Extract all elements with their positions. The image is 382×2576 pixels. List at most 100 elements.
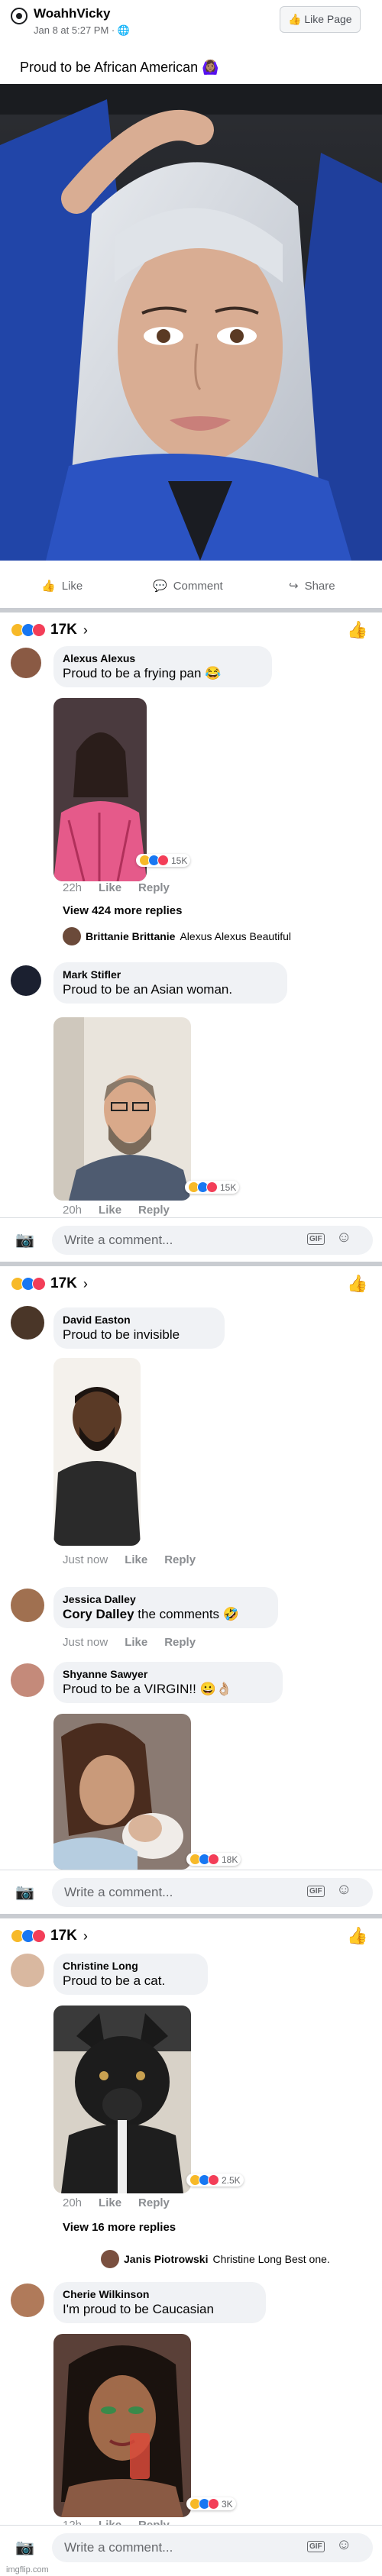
avatar[interactable]: [11, 1589, 44, 1622]
comment-input[interactable]: Write a comment...: [52, 1226, 373, 1255]
avatar[interactable]: [11, 2283, 44, 2317]
love-reaction-icon: [208, 1854, 219, 1865]
comment-photo[interactable]: [53, 698, 147, 881]
view-more-replies[interactable]: View 16 more replies: [63, 2221, 176, 2234]
avatar[interactable]: [11, 1954, 44, 1987]
comment-reactions[interactable]: 18K: [186, 1853, 241, 1866]
reply-preview[interactable]: Brittanie Brittanie Alexus Alexus Beauti…: [63, 927, 291, 945]
comment-like-link[interactable]: Like: [99, 2519, 121, 2525]
share-icon: ↪: [289, 580, 299, 593]
thumbs-up-icon[interactable]: 👍: [347, 1926, 367, 1946]
comment-meta: 20h Like Reply: [63, 2196, 170, 2209]
post-photo[interactable]: [0, 84, 382, 561]
love-reaction-icon: [208, 2174, 219, 2186]
camera-icon[interactable]: 📷: [15, 1230, 34, 1249]
reaction-summary[interactable]: 17K ›: [11, 622, 88, 638]
camera-icon[interactable]: 📷: [15, 2538, 34, 2557]
love-reaction-icon: [208, 2498, 219, 2510]
page-name[interactable]: WoahhVicky: [34, 6, 110, 21]
comment-photo[interactable]: [53, 1017, 191, 1201]
comment-text: I'm proud to be Caucasian: [63, 2302, 214, 2316]
avatar[interactable]: [11, 1306, 44, 1340]
commenter-name[interactable]: Jessica Dalley: [63, 1593, 269, 1605]
reply-preview[interactable]: Janis Piotrowski Christine Long Best one…: [101, 2250, 330, 2268]
comment-reply-link[interactable]: Reply: [138, 2196, 170, 2209]
gif-icon[interactable]: GIF: [307, 1886, 325, 1897]
avatar: [63, 927, 81, 945]
comment-reactions[interactable]: 2.5K: [186, 2174, 244, 2187]
comment-meta: Just now Like Reply: [63, 1553, 196, 1566]
camera-icon[interactable]: 📷: [15, 1883, 34, 1902]
comment-input[interactable]: Write a comment...: [52, 1878, 373, 1907]
post-timestamp[interactable]: Jan 8 at 5:27 PM · 🌐: [34, 24, 130, 37]
avatar[interactable]: [11, 648, 41, 678]
page-avatar[interactable]: [11, 8, 28, 24]
comment-action[interactable]: 💬 Comment: [153, 579, 223, 593]
commenter-name[interactable]: David Easton: [63, 1314, 215, 1326]
comment-reply-link[interactable]: Reply: [138, 881, 170, 894]
comment-time[interactable]: Just now: [63, 1553, 108, 1566]
comment-input[interactable]: Write a comment...: [52, 2533, 373, 2562]
comment-time[interactable]: 20h: [63, 1204, 82, 1217]
comment-time[interactable]: 20h: [63, 2196, 82, 2209]
commenter-name[interactable]: Alexus Alexus: [63, 652, 263, 664]
thumbs-up-icon: 👍: [41, 580, 56, 593]
comment-reply-link[interactable]: Reply: [138, 1204, 170, 1217]
comment-reply-link[interactable]: Reply: [164, 1636, 196, 1649]
comment-photo[interactable]: [53, 2334, 191, 2517]
comment-meta: 12h Like Reply: [63, 2519, 170, 2525]
comment-like-link[interactable]: Like: [99, 2196, 121, 2209]
comment-text: Proud to be a cat.: [63, 1973, 166, 1988]
reaction-summary[interactable]: 17K ›: [11, 1928, 88, 1944]
like-page-button[interactable]: 👍 Like Page: [280, 6, 361, 33]
comment-meta: 20h Like Reply: [63, 1204, 170, 1217]
comment-photo[interactable]: [53, 1714, 191, 1870]
comment-bubble: David Easton Proud to be invisible: [53, 1307, 225, 1349]
like-action[interactable]: 👍 Like: [41, 579, 83, 593]
comments-panel-3: 17K › 👍 Christine Long Proud to be a cat…: [0, 1918, 382, 2525]
comment-reactions[interactable]: 15K: [185, 1181, 240, 1194]
commenter-name[interactable]: Christine Long: [63, 1960, 199, 1972]
thumbs-up-icon[interactable]: 👍: [347, 1274, 367, 1294]
comment-reply-link[interactable]: Reply: [138, 2519, 170, 2525]
thumbs-up-icon: 👍: [288, 13, 302, 25]
comment-time[interactable]: 22h: [63, 881, 82, 894]
comment-reactions[interactable]: 3K: [186, 2497, 236, 2510]
commenter-name[interactable]: Cherie Wilkinson: [63, 2288, 257, 2300]
thumbs-up-icon[interactable]: 👍: [347, 620, 367, 640]
comment-bubble: Cherie Wilkinson I'm proud to be Caucasi…: [53, 2282, 266, 2323]
comment-like-link[interactable]: Like: [125, 1553, 147, 1566]
avatar[interactable]: [11, 1663, 44, 1697]
emoji-icon[interactable]: ☺: [336, 1881, 351, 1899]
commenter-name[interactable]: Mark Stifler: [63, 968, 278, 981]
chevron-right-icon: ›: [83, 622, 88, 638]
comment-like-link[interactable]: Like: [99, 881, 121, 894]
gif-icon[interactable]: GIF: [307, 2541, 325, 2552]
emoji-icon[interactable]: ☺: [336, 1229, 351, 1246]
reaction-summary[interactable]: 17K ›: [11, 1275, 88, 1292]
globe-icon: 🌐: [117, 24, 131, 36]
comment-text: Proud to be a VIRGIN!! 😀👌🏼: [63, 1682, 232, 1696]
comment-photo[interactable]: [53, 1358, 141, 1546]
comment-like-link[interactable]: Like: [125, 1636, 147, 1649]
comment-photo[interactable]: [53, 2006, 191, 2193]
reaction-count: 17K: [50, 1928, 77, 1944]
comment-time[interactable]: 12h: [63, 2519, 82, 2525]
comment-bubble: Shyanne Sawyer Proud to be a VIRGIN!! 😀👌…: [53, 1662, 283, 1703]
comment-text: Proud to be a frying pan 😂: [63, 666, 222, 680]
comment-reactions[interactable]: 15K: [136, 854, 191, 867]
post-text: Proud to be African American 🙆🏽‍♀️: [20, 60, 219, 75]
emoji-icon[interactable]: ☺: [336, 2536, 351, 2554]
post-card: WoahhVicky Jan 8 at 5:27 PM · 🌐 👍 Like P…: [0, 0, 382, 608]
commenter-name[interactable]: Shyanne Sawyer: [63, 1668, 274, 1680]
comment-bubble: Christine Long Proud to be a cat.: [53, 1954, 208, 1995]
avatar[interactable]: [11, 965, 41, 996]
mention[interactable]: Cory Dalley: [63, 1607, 134, 1621]
comment-bubble: Mark Stifler Proud to be an Asian woman.: [53, 962, 287, 1004]
comment-time[interactable]: Just now: [63, 1636, 108, 1649]
gif-icon[interactable]: GIF: [307, 1233, 325, 1245]
comment-reply-link[interactable]: Reply: [164, 1553, 196, 1566]
share-action[interactable]: ↪ Share: [289, 579, 335, 593]
comment-like-link[interactable]: Like: [99, 1204, 121, 1217]
view-more-replies[interactable]: View 424 more replies: [63, 904, 182, 917]
